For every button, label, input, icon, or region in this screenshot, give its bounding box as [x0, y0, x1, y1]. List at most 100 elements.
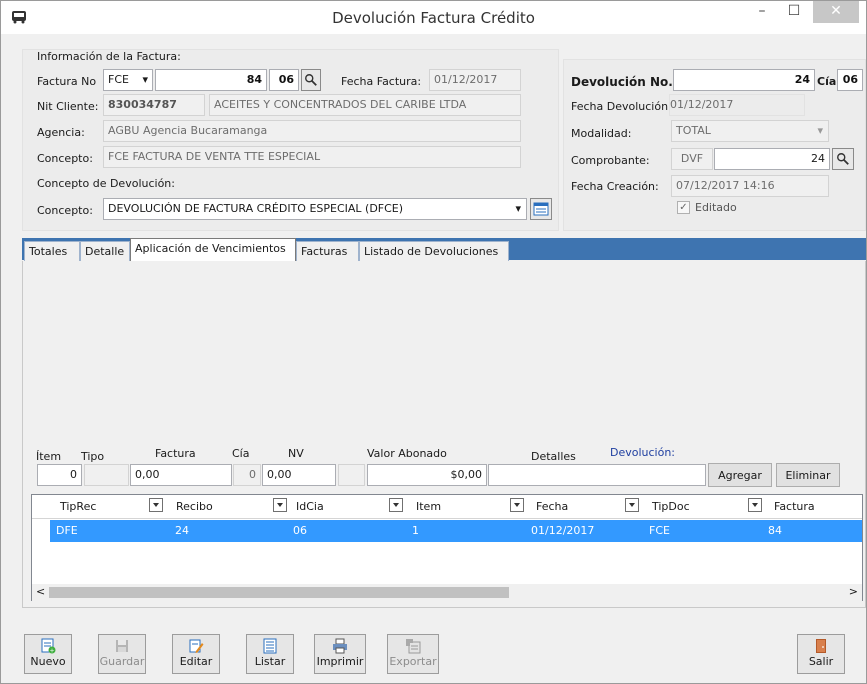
minimize-button[interactable]: – [747, 1, 777, 23]
exportar-button[interactable]: Exportar [387, 634, 439, 674]
item-filter-dropdown[interactable] [510, 498, 524, 512]
title-bar: Devolución Factura Crédito – ☐ ✕ [1, 1, 866, 34]
tab-facturas[interactable]: Facturas [296, 241, 359, 262]
col-item[interactable]: Item [416, 500, 441, 513]
scroll-left-icon[interactable]: < [36, 585, 45, 598]
salir-button[interactable]: Salir [797, 634, 845, 674]
col-idcia[interactable]: IdCia [296, 500, 324, 513]
col-tipdoc[interactable]: TipDoc [652, 500, 690, 513]
editado-checkbox[interactable]: ✓ [677, 201, 690, 214]
factura-type-value: FCE [108, 73, 129, 86]
agencia-label: Agencia: [37, 126, 85, 139]
scroll-right-icon[interactable]: > [849, 585, 858, 598]
search-factura-button[interactable] [301, 69, 321, 91]
listar-label: Listar [254, 655, 286, 668]
listar-button[interactable]: Listar [246, 634, 294, 674]
comprobante-prefix-field: DVF [671, 148, 713, 170]
devolucion-no-field[interactable]: 24 [673, 69, 815, 91]
nv-header: NV [288, 447, 304, 460]
eliminar-button[interactable]: Eliminar [776, 463, 840, 487]
comprobante-label: Comprobante: [571, 154, 650, 167]
col-factura[interactable]: Factura [774, 500, 815, 513]
window-title: Devolución Factura Crédito [332, 9, 535, 27]
imprimir-button[interactable]: Imprimir [314, 634, 366, 674]
nv-input[interactable]: 0,00 [262, 464, 336, 486]
nuevo-button[interactable]: + Nuevo [24, 634, 72, 674]
close-button[interactable]: ✕ [813, 1, 859, 23]
cell-tipdoc: FCE [649, 524, 670, 537]
factura-cia-field[interactable]: 06 [269, 69, 299, 91]
editar-button[interactable]: Editar [172, 634, 220, 674]
fecha-creacion-label: Fecha Creación: [571, 180, 659, 193]
table-row[interactable]: DFE 24 06 1 01/12/2017 FCE 84 [50, 520, 862, 542]
col-recibo[interactable]: Recibo [176, 500, 213, 513]
chevron-down-icon: ▾ [817, 124, 823, 137]
invoice-info-section-label: Información de la Factura: [37, 50, 181, 63]
cell-tiprec: DFE [56, 524, 78, 537]
magnifier-icon [305, 74, 317, 86]
comprobante-number-field[interactable]: 24 [714, 148, 830, 170]
chevron-down-icon: ▾ [515, 202, 521, 215]
guardar-label: Guardar [99, 655, 145, 668]
cia-field[interactable]: 06 [837, 69, 863, 91]
list-icon [263, 638, 277, 654]
fecha-creacion-field: 07/12/2017 14:16 [671, 175, 829, 197]
concept-list-button[interactable] [530, 198, 552, 220]
magnifier-icon [837, 153, 849, 165]
editar-label: Editar [179, 655, 213, 668]
factura-input[interactable]: 0,00 [130, 464, 232, 486]
nuevo-label: Nuevo [30, 655, 66, 668]
fecha-factura-field: 01/12/2017 [429, 69, 521, 91]
guardar-button[interactable]: Guardar [98, 634, 146, 674]
return-concepto-value: DEVOLUCIÓN DE FACTURA CRÉDITO ESPECIAL (… [108, 202, 404, 215]
return-concepto-select[interactable]: DEVOLUCIÓN DE FACTURA CRÉDITO ESPECIAL (… [103, 198, 527, 220]
factura-header: Factura [155, 447, 196, 460]
cell-factura: 84 [768, 524, 782, 537]
fecha-devolucion-label: Fecha Devolución [571, 100, 669, 113]
export-icon [406, 639, 421, 654]
nit-cliente-field: 830034787 [103, 94, 205, 116]
fecha-filter-dropdown[interactable] [625, 498, 639, 512]
cia-input: 0 [233, 464, 261, 486]
concepto-field: FCE FACTURA DE VENTA TTE ESPECIAL [103, 146, 521, 168]
col-tiprec[interactable]: TipRec [60, 500, 96, 513]
exit-door-icon [816, 639, 826, 653]
col-fecha[interactable]: Fecha [536, 500, 568, 513]
tab-aplicacion-vencimientos[interactable]: Aplicación de Vencimientos [130, 238, 296, 262]
svg-text:+: + [49, 648, 54, 655]
edit-icon [189, 639, 204, 653]
devolucion-header: Devolución: [610, 446, 676, 459]
modalidad-select[interactable]: TOTAL ▾ [671, 120, 829, 142]
search-comprobante-button[interactable] [832, 148, 854, 170]
cell-recibo: 24 [175, 524, 189, 537]
tab-detalle[interactable]: Detalle [80, 241, 130, 262]
maximize-button[interactable]: ☐ [779, 1, 809, 23]
client-name-field: ACEITES Y CONCENTRADOS DEL CARIBE LTDA [209, 94, 521, 116]
tab-totales[interactable]: Totales [24, 241, 80, 262]
exportar-label: Exportar [389, 655, 437, 668]
new-document-icon: + [41, 638, 56, 655]
fecha-factura-label: Fecha Factura: [341, 75, 422, 88]
editado-label: Editado [695, 201, 737, 214]
concepto-label: Concepto: [37, 152, 93, 165]
devolucion-no-label: Devolución No. [571, 75, 673, 89]
scroll-thumb[interactable] [49, 587, 509, 598]
factura-type-select[interactable]: FCE ▾ [103, 69, 153, 91]
recibo-filter-dropdown[interactable] [273, 498, 287, 512]
item-input[interactable]: 0 [37, 464, 82, 486]
fecha-devolucion-field: 01/12/2017 [669, 94, 805, 116]
idcia-filter-dropdown[interactable] [389, 498, 403, 512]
tiprec-filter-dropdown[interactable] [149, 498, 163, 512]
factura-no-label: Factura No [37, 75, 97, 88]
detalles-header: Detalles [531, 450, 576, 463]
tipdoc-filter-dropdown[interactable] [748, 498, 762, 512]
blank-input [338, 464, 365, 486]
item-header: Ítem [36, 450, 62, 463]
tipo-input [84, 464, 129, 486]
factura-number-field[interactable]: 84 [155, 69, 267, 91]
horizontal-scrollbar[interactable]: < > [32, 584, 862, 601]
valor-abonado-input[interactable]: $0,00 [367, 464, 487, 486]
tab-listado-devoluciones[interactable]: Listado de Devoluciones [359, 241, 509, 262]
detalles-input[interactable] [488, 464, 706, 486]
agregar-button[interactable]: Agregar [708, 463, 772, 487]
